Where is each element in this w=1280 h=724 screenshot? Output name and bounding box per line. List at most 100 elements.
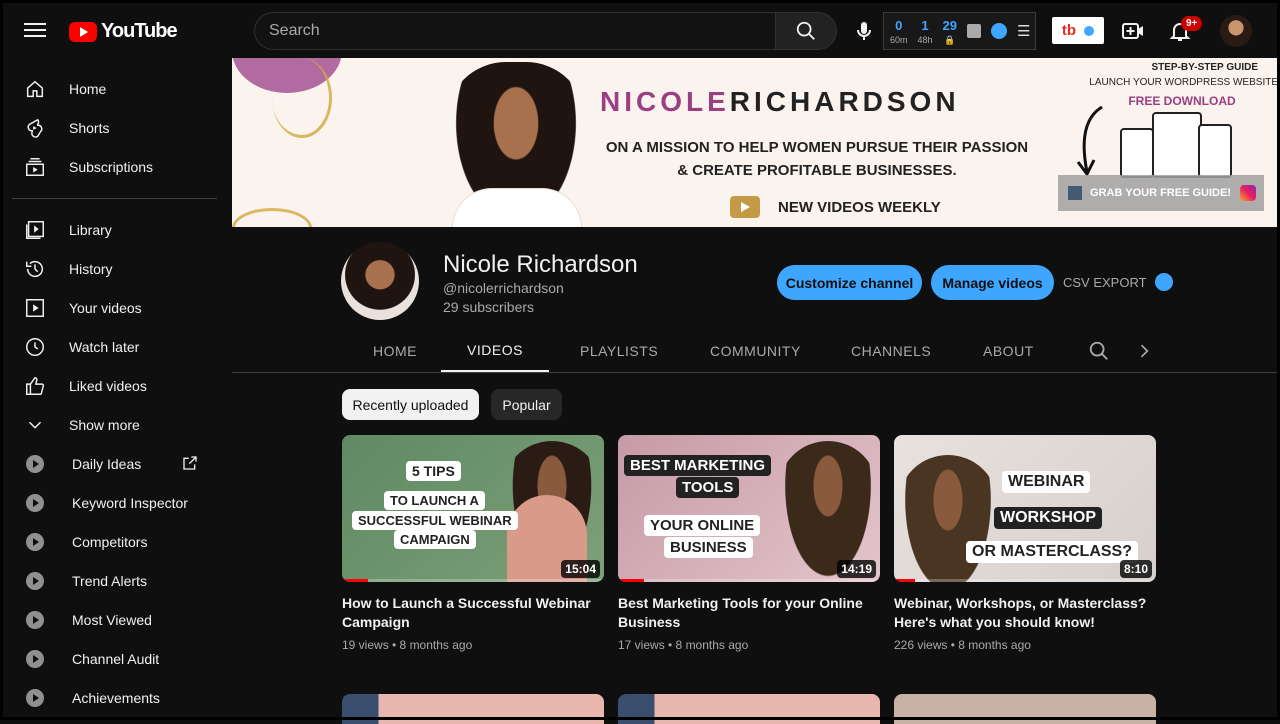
video-thumbnail[interactable]: WEBINAR WORKSHOP OR MASTERCLASS? 8:10 [894,435,1156,582]
video-card[interactable]: 5 TIPS TO LAUNCH A SUCCESSFUL WEBINAR CA… [342,435,604,652]
thumbnail-caption: BUSINESS [664,537,753,558]
csv-export-button[interactable]: CSV EXPORT [1063,273,1173,291]
thumbnail-caption: SUCCESSFUL WEBINAR [352,511,518,530]
tab-channels[interactable]: CHANNELS [851,329,931,372]
home-icon [26,80,44,98]
chevron-down-icon [28,421,42,429]
sidebar-item-competitors[interactable]: Competitors [12,524,218,560]
youtube-play-icon [69,21,97,42]
extension-play-icon [26,689,44,707]
sidebar-item-label: Channel Audit [72,651,160,667]
ext-stat-48h: 1 48h [917,17,933,45]
sidebar-item-home[interactable]: Home [12,71,218,107]
extension-play-icon [26,533,44,551]
chevron-right-icon[interactable] [1134,341,1154,361]
customize-channel-button[interactable]: Customize channel [777,265,922,300]
tubebuddy-logo: tb [1061,22,1077,39]
account-avatar[interactable] [1220,15,1252,47]
video-title[interactable]: Best Marketing Tools for your Online Busi… [618,594,880,632]
manage-videos-button[interactable]: Manage videos [931,265,1054,300]
tab-about[interactable]: ABOUT [983,329,1034,372]
chip-popular[interactable]: Popular [491,389,562,420]
video-title[interactable]: Webinar, Workshops, or Masterclass? Here'… [894,594,1156,632]
sidebar-item-label: Show more [69,417,140,433]
instagram-icon[interactable] [1240,185,1256,201]
video-card[interactable]: BEST MARKETING TOOLS YOUR ONLINE BUSINES… [618,435,880,652]
thumbnail-caption: TO LAUNCH A [384,491,485,510]
video-meta: 17 views • 8 months ago [618,638,749,652]
video-meta: 19 views • 8 months ago [342,638,473,652]
sidebar-item-label: Your videos [69,300,142,316]
extension-logo-icon[interactable] [991,23,1008,39]
thumbnail-caption: YOUR ONLINE [644,515,761,536]
your-videos-icon [26,299,44,317]
sidebar-item-daily-ideas[interactable]: Daily Ideas [12,446,218,482]
sidebar-item-label: Competitors [72,534,148,550]
thumbnail-caption: WORKSHOP [994,507,1102,529]
tab-community[interactable]: COMMUNITY [710,329,801,372]
history-icon [26,261,44,278]
sidebar-item-label: Library [69,222,112,238]
extension-stats-panel[interactable]: 0 60m 1 48h 29 🔒 ☰ [883,12,1036,50]
sidebar-item-channel-audit[interactable]: Channel Audit [12,641,218,677]
channel-search-icon[interactable] [1088,340,1110,362]
chip-recently-uploaded[interactable]: Recently uploaded [342,389,479,420]
hamburger-menu-icon[interactable] [22,19,48,43]
sidebar-item-label: Liked videos [69,378,147,394]
search-input[interactable]: Search [254,12,776,50]
channel-avatar[interactable] [341,242,419,320]
banner-devices [1120,112,1240,182]
tubebuddy-button[interactable]: tb [1052,17,1104,44]
video-thumbnail[interactable]: 5 TIPS TO LAUNCH A SUCCESSFUL WEBINAR CA… [342,435,604,582]
sidebar-item-shorts[interactable]: Shorts [12,110,218,146]
video-thumbnail[interactable]: BEST MARKETING TOOLS YOUR ONLINE BUSINES… [618,435,880,582]
microphone-icon[interactable] [852,19,876,43]
sidebar-item-library[interactable]: Library [12,212,218,248]
thumbnail-caption: TOOLS [676,477,740,498]
banner-name: NICOLERICHARDSON [600,86,960,117]
sidebar-item-your-videos[interactable]: Your videos [12,290,218,326]
banner-free-download: FREE DOWNLOAD [1128,94,1236,108]
notification-badge: 9+ [1181,16,1203,31]
sidebar-item-label: Achievements [72,690,160,706]
thumbnail-caption: BEST MARKETING [624,455,771,476]
banner-link-overlay[interactable]: GRAB YOUR FREE GUIDE! [1058,175,1264,211]
liked-icon [26,377,45,395]
sidebar-item-subscriptions[interactable]: Subscriptions [12,149,218,185]
extension-play-icon [26,650,44,668]
extension-play-icon [26,611,44,629]
banner-tagline: ON A MISSION TO HELP WOMEN PURSUE THEIR … [605,139,1029,179]
sidebar-show-more[interactable]: Show more [12,407,218,443]
sidebar-item-most-viewed[interactable]: Most Viewed [12,602,218,638]
sidebar-item-trend-alerts[interactable]: Trend Alerts [12,563,218,599]
sidebar-item-keyword-inspector[interactable]: Keyword Inspector [12,485,218,521]
sidebar-item-history[interactable]: History [12,251,218,287]
extension-logo-icon [1154,273,1173,291]
tab-playlists[interactable]: PLAYLISTS [580,329,658,372]
sidebar-item-label: Shorts [69,120,110,136]
create-video-icon[interactable] [1121,19,1145,43]
watch-progress-bar [894,579,1156,582]
sidebar-item-watch-later[interactable]: Watch later [12,329,218,365]
chart-icon[interactable] [967,24,982,38]
extension-menu-icon[interactable]: ☰ [1017,22,1030,40]
play-icon [730,196,760,218]
video-title[interactable]: How to Launch a Successful Webinar Campai… [342,594,604,632]
watch-later-icon [26,338,44,356]
decorative-line [272,58,332,138]
watch-progress-bar [618,579,880,582]
thumbnail-caption: CAMPAIGN [394,530,476,549]
sidebar-item-achievements[interactable]: Achievements [12,680,218,716]
video-card[interactable]: WEBINAR WORKSHOP OR MASTERCLASS? 8:10 We… [894,435,1156,652]
sidebar-item-liked-videos[interactable]: Liked videos [12,368,218,404]
banner-guide-title: STEP-BY-STEP GUIDE [1151,62,1258,73]
sidebar-item-label: History [69,261,113,277]
youtube-logo[interactable]: YouTube [69,20,178,43]
watch-progress-bar [342,579,604,582]
video-meta: 226 views • 8 months ago [894,638,1031,652]
channel-banner: NICOLERICHARDSON ON A MISSION TO HELP WO… [232,58,1280,227]
search-button[interactable] [775,12,837,50]
extension-play-icon [26,572,44,590]
tab-home[interactable]: HOME [373,329,417,372]
tab-videos[interactable]: VIDEOS [441,329,549,372]
